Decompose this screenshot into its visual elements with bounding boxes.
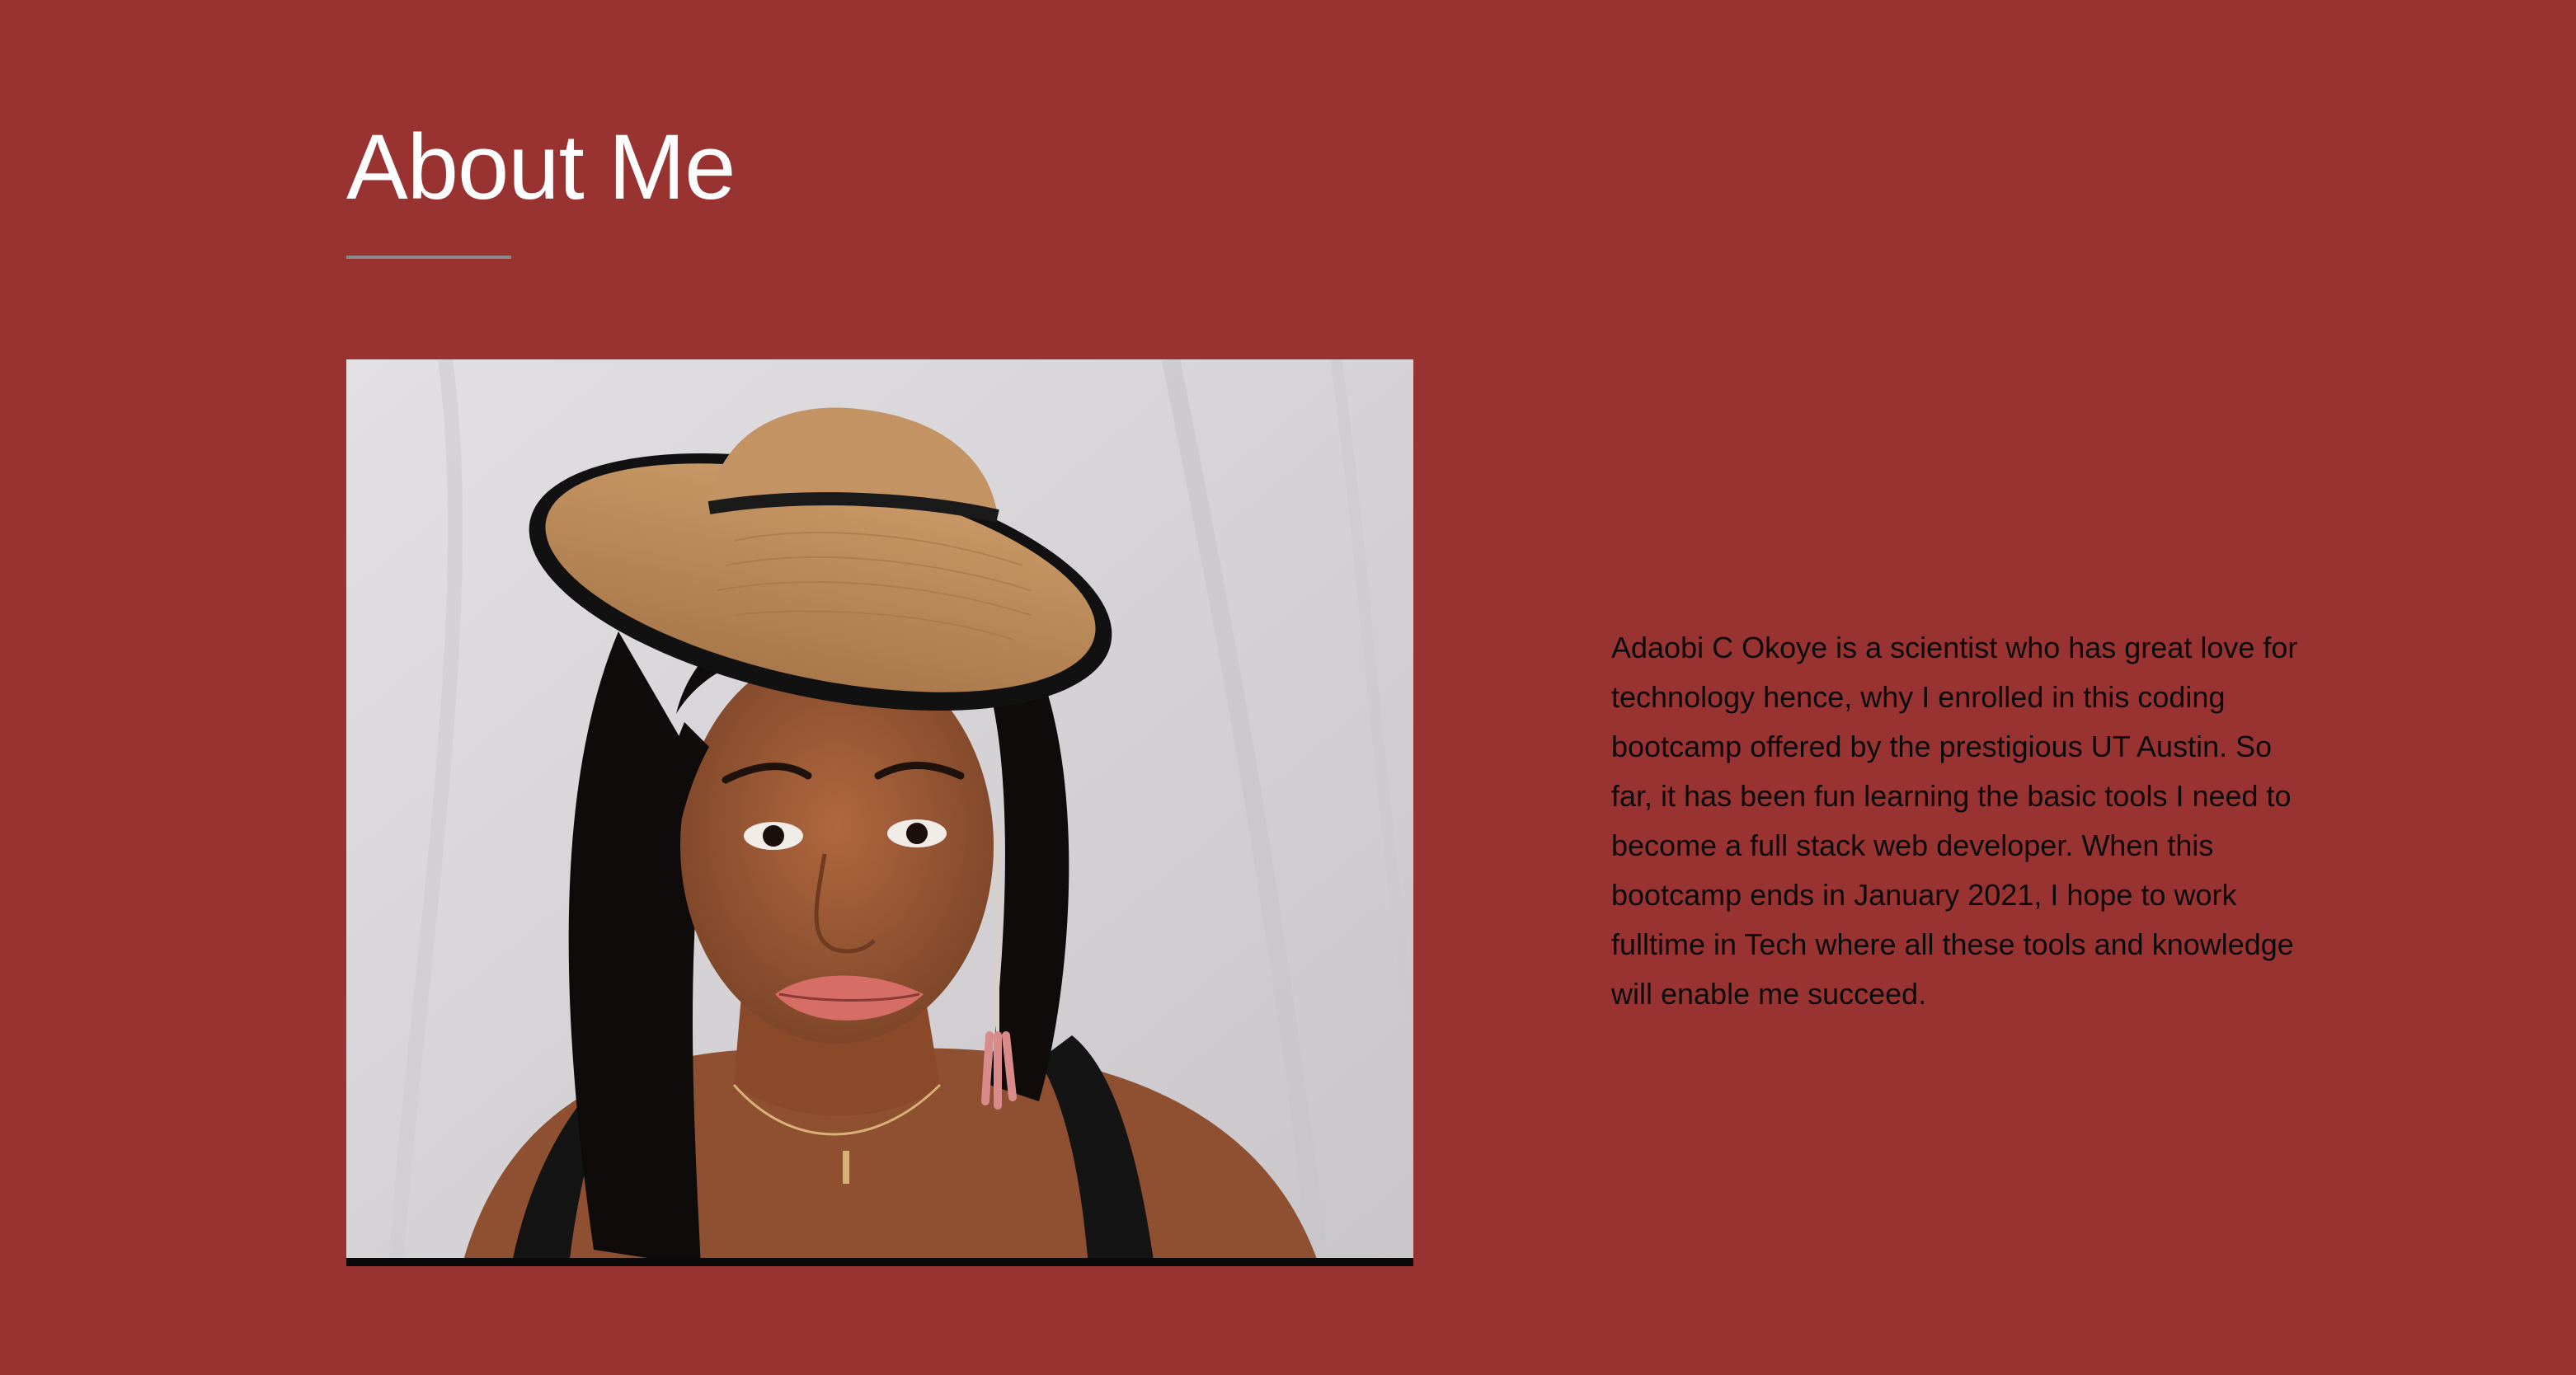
title-divider — [346, 256, 511, 259]
profile-photo — [346, 359, 1413, 1266]
bio-paragraph: Adaobi C Okoye is a scientist who has gr… — [1611, 631, 2298, 1011]
photo-bottom-border — [346, 1258, 1413, 1266]
about-section: About Me Adaobi C Okoye is a scientist w… — [0, 0, 2576, 1375]
profile-photo-illustration — [346, 359, 1413, 1266]
page-title: About Me — [346, 115, 736, 218]
